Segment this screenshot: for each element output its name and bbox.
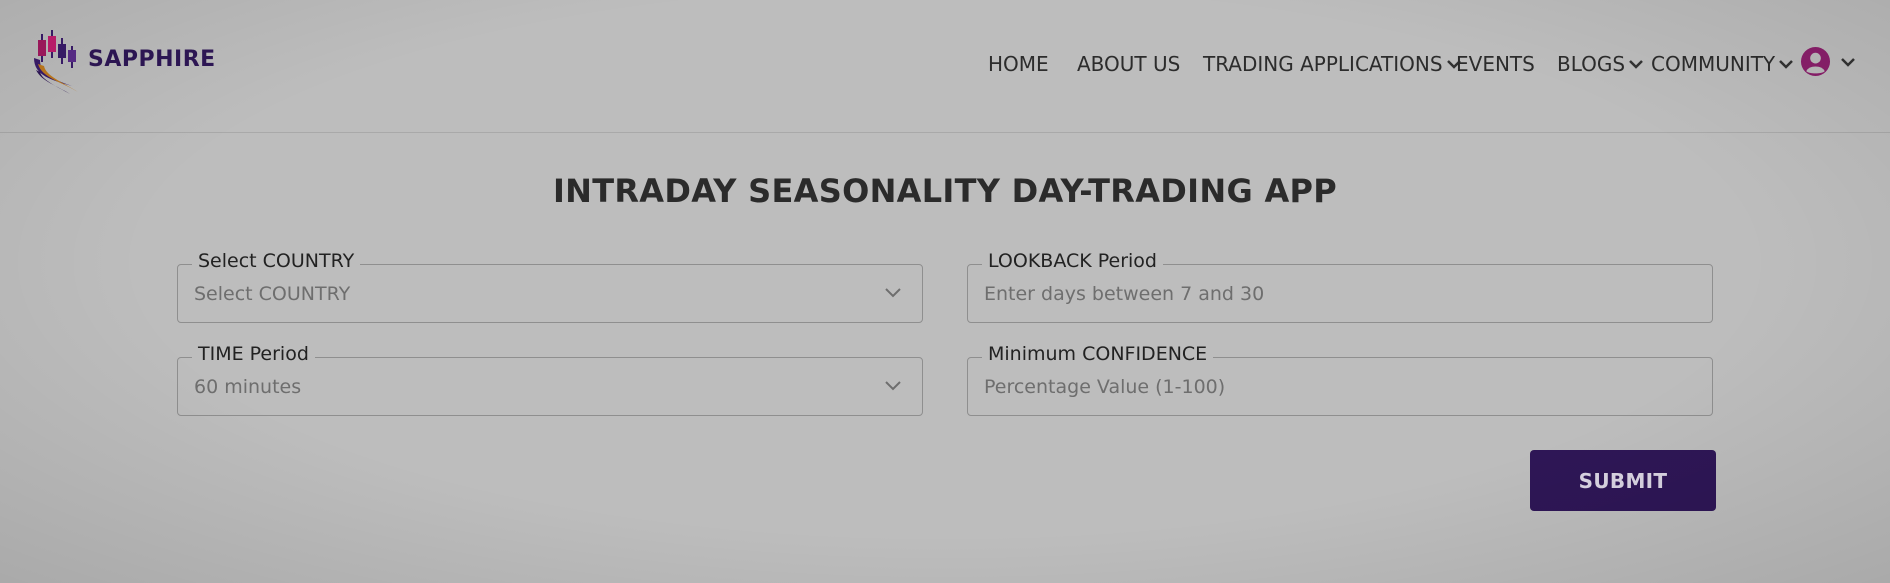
nav-item-about-us[interactable]: ABOUT US bbox=[1077, 52, 1180, 76]
lookback-placeholder: Enter days between 7 and 30 bbox=[984, 283, 1265, 305]
logo[interactable]: SAPPHIRE bbox=[32, 28, 216, 94]
user-menu[interactable] bbox=[1800, 46, 1857, 77]
chevron-down-icon bbox=[1841, 57, 1855, 67]
time-period-select[interactable]: TIME Period 60 minutes bbox=[177, 343, 923, 416]
lookback-label: LOOKBACK Period bbox=[982, 250, 1163, 272]
brand-name: SAPPHIRE bbox=[88, 46, 216, 72]
user-circle-icon bbox=[1800, 46, 1831, 77]
header: SAPPHIRE HOME ABOUT US TRADING APPLICATI… bbox=[0, 0, 1890, 133]
chevron-down-icon bbox=[1779, 60, 1794, 69]
chevron-down-icon bbox=[885, 288, 901, 298]
nav-item-label: TRADING APPLICATIONS bbox=[1203, 52, 1443, 76]
nav-item-events[interactable]: EVENTS bbox=[1456, 52, 1535, 76]
nav-item-home[interactable]: HOME bbox=[988, 52, 1049, 76]
country-placeholder: Select COUNTRY bbox=[194, 283, 351, 305]
nav-item-community[interactable]: COMMUNITY bbox=[1651, 52, 1795, 76]
nav-item-label: ABOUT US bbox=[1077, 52, 1181, 76]
country-select[interactable]: Select COUNTRY Select COUNTRY bbox=[177, 250, 923, 323]
nav-item-label: COMMUNITY bbox=[1651, 52, 1776, 76]
candlestick-logo-icon bbox=[34, 30, 78, 94]
time-period-label: TIME Period bbox=[192, 343, 315, 365]
nav-item-label: HOME bbox=[988, 52, 1049, 76]
page: SAPPHIRE HOME ABOUT US TRADING APPLICATI… bbox=[0, 0, 1890, 583]
nav-item-label: EVENTS bbox=[1456, 52, 1535, 76]
page-title: INTRADAY SEASONALITY DAY-TRADING APP bbox=[552, 172, 1338, 210]
submit-button[interactable]: SUBMIT bbox=[1530, 450, 1716, 511]
nav-item-label: BLOGS bbox=[1557, 52, 1626, 76]
chevron-down-icon bbox=[1629, 60, 1643, 69]
lookback-input[interactable]: LOOKBACK Period Enter days between 7 and… bbox=[967, 250, 1713, 323]
confidence-input[interactable]: Minimum CONFIDENCE Percentage Value (1-1… bbox=[967, 343, 1713, 416]
country-label: Select COUNTRY bbox=[192, 250, 361, 272]
time-period-value: 60 minutes bbox=[194, 376, 302, 398]
chevron-down-icon bbox=[885, 381, 901, 391]
nav-item-blogs[interactable]: BLOGS bbox=[1557, 52, 1645, 76]
nav-item-trading-applications[interactable]: TRADING APPLICATIONS bbox=[1203, 52, 1463, 76]
confidence-placeholder: Percentage Value (1-100) bbox=[984, 376, 1226, 398]
confidence-label: Minimum CONFIDENCE bbox=[982, 343, 1214, 365]
